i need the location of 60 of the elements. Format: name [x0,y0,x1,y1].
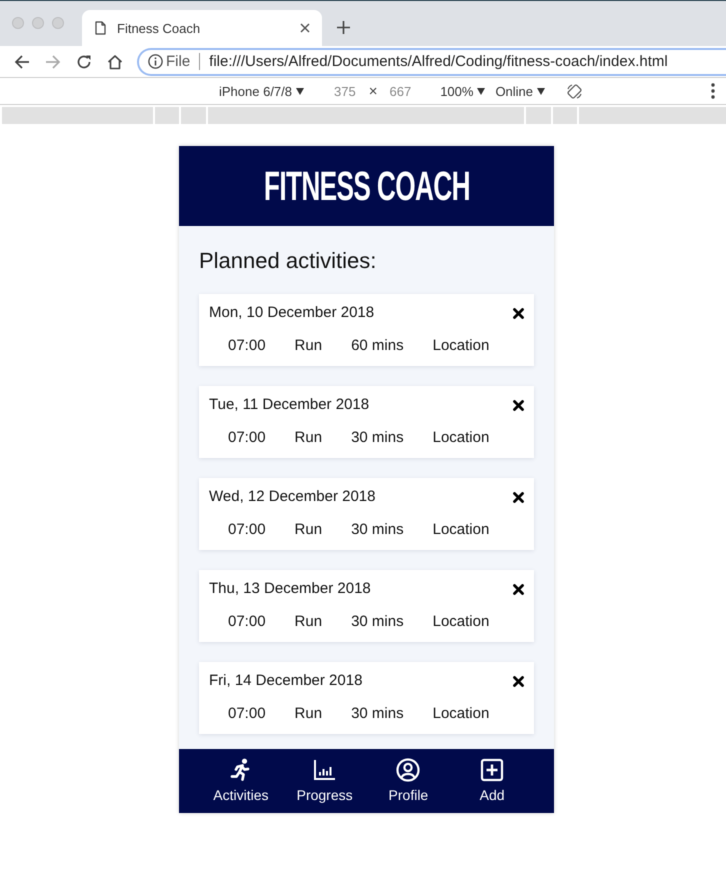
activity-date: Tue, 11 December 2018 [209,396,370,414]
delete-icon[interactable] [513,492,524,502]
site-info-button[interactable]: File [148,53,190,70]
close-icon[interactable] [300,23,310,33]
delete-icon[interactable] [513,400,524,410]
activity-time: 07:00 [228,521,266,539]
nav-tab[interactable]: Activities [199,749,283,813]
browser-tab[interactable]: Fitness Coach [82,10,322,46]
rotate-icon[interactable] [566,82,584,100]
nav-tab[interactable]: Progress [282,749,366,813]
activity-location: Location [432,613,490,631]
activity-type: Run [294,521,322,539]
activity-time: 07:00 [228,613,266,631]
caret-icon [537,88,546,94]
network-dropdown[interactable]: Online [495,84,546,98]
delete-icon[interactable] [513,308,524,318]
activity-date: Fri, 14 December 2018 [209,672,362,690]
reload-icon[interactable] [76,54,92,70]
activity-location: Location [432,705,490,723]
dimension-separator: × [368,82,378,100]
activity-duration: 60 mins [351,337,404,355]
activity-type: Run [294,337,322,355]
user-circle-icon [396,758,420,782]
device-dropdown[interactable]: iPhone 6/7/8 [219,84,304,98]
home-icon[interactable] [107,54,123,70]
info-icon [148,54,163,69]
activity-time: 07:00 [228,337,266,355]
caret-icon [477,88,486,94]
activity-duration: 30 mins [351,613,404,631]
activity-type: Run [294,613,322,631]
activity-date: Wed, 12 December 2018 [209,488,376,506]
address-bar[interactable]: File file:///Users/Alfred/Documents/Alfred/Coding/fitness-coach/index.html [137,48,726,76]
plus-icon[interactable] [337,21,350,34]
activity-date: Mon, 10 December 2018 [209,304,374,322]
activity-duration: 30 mins [351,705,404,723]
height-field[interactable]: 667 [389,84,412,98]
activity-duration: 30 mins [351,429,404,447]
bar-chart-icon [312,758,337,782]
activity-type: Run [294,429,322,447]
delete-icon[interactable] [513,584,524,594]
activity-date: Thu, 13 December 2018 [209,580,371,598]
more-options-icon[interactable] [711,83,715,99]
section-heading: Planned activities: [199,248,376,274]
delete-icon[interactable] [513,676,524,686]
app-title: FITNESS COACH [264,164,470,208]
activity-location: Location [432,337,490,355]
nav-tab[interactable]: Profile [366,749,450,813]
activity-location: Location [432,429,490,447]
activity-duration: 30 mins [351,521,404,539]
zoom-dropdown[interactable]: 100% [440,84,486,98]
activity-time: 07:00 [228,705,266,723]
nav-tab[interactable]: Add [450,749,534,813]
activity-type: Run [294,705,322,723]
page-icon [95,21,106,35]
width-field[interactable]: 375 [334,84,356,98]
back-arrow-icon[interactable] [14,54,30,70]
caret-icon [296,88,304,94]
plus-square-icon [480,758,504,782]
activity-location: Location [432,521,490,539]
activity-time: 07:00 [228,429,266,447]
